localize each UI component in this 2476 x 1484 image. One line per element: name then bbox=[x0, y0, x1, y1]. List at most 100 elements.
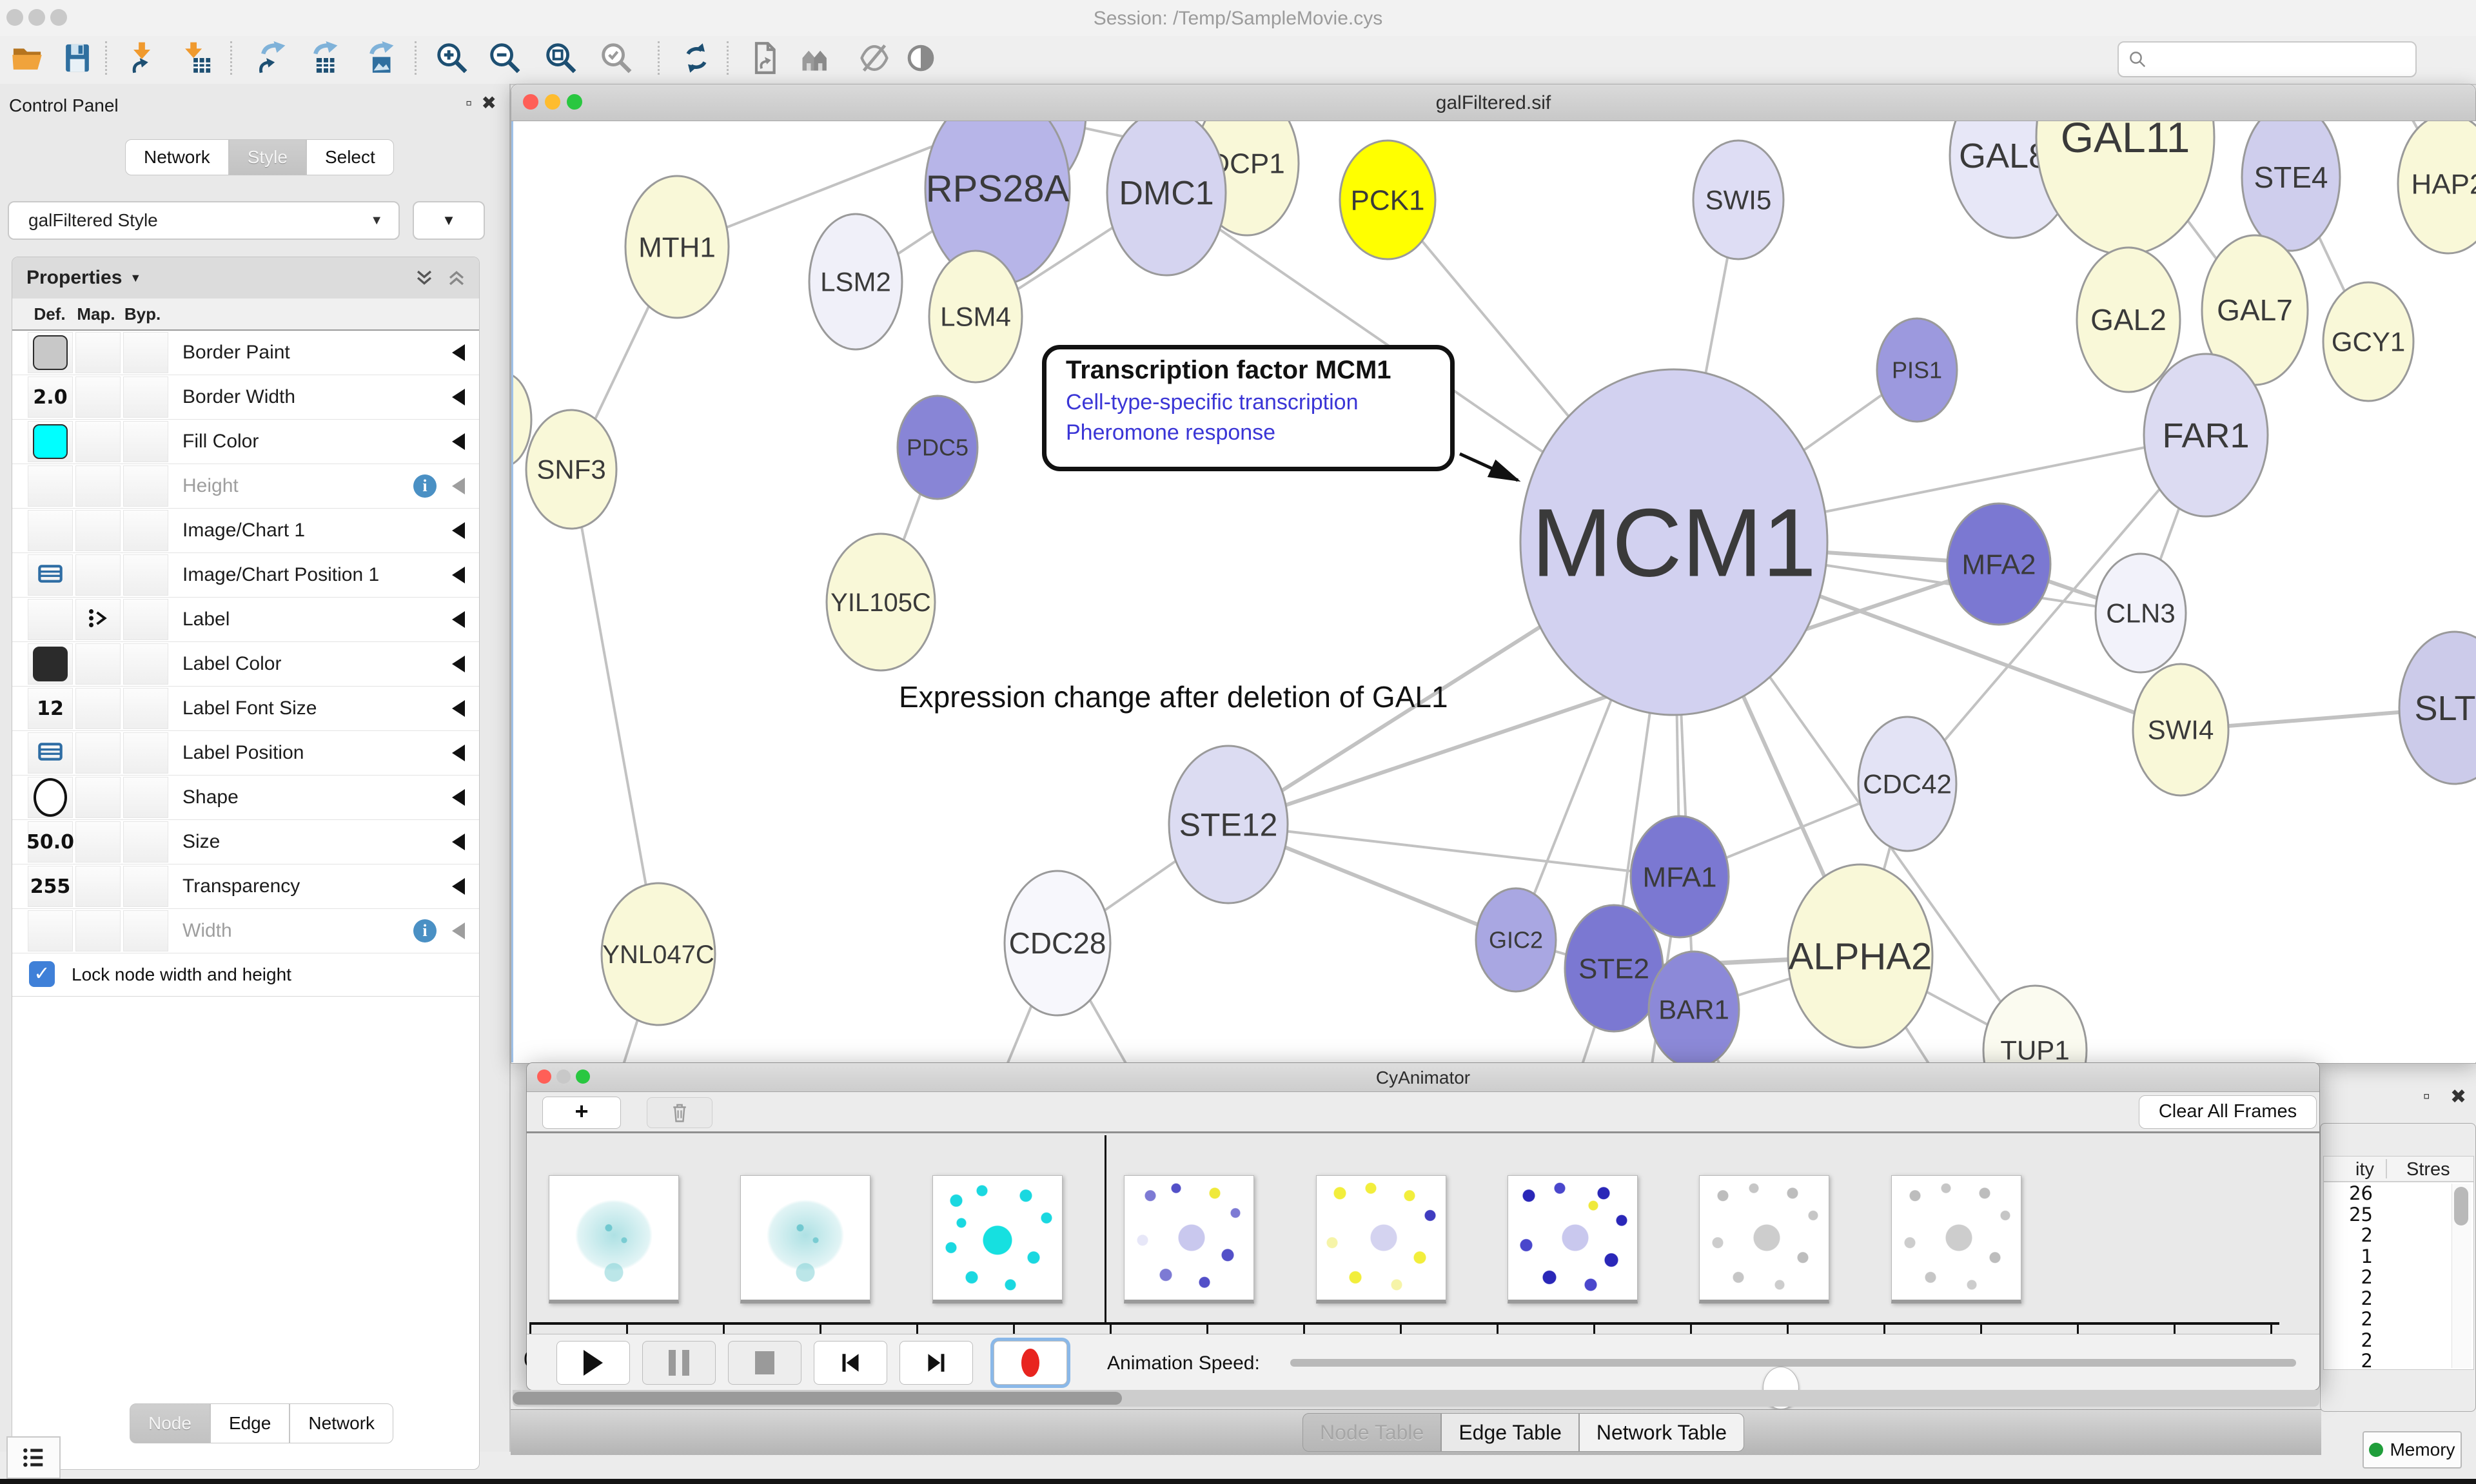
bypass-cell[interactable] bbox=[123, 599, 168, 640]
scrollbar-thumb[interactable] bbox=[513, 1392, 1122, 1405]
mapping-cell[interactable] bbox=[75, 777, 121, 818]
bypass-cell[interactable] bbox=[123, 465, 168, 507]
memory-button[interactable]: Memory bbox=[2363, 1431, 2462, 1469]
network-node-mcm1[interactable]: MCM1 bbox=[1520, 369, 1827, 715]
default-value-cell[interactable]: 12 bbox=[28, 688, 73, 729]
tab-network-bottom[interactable]: Network bbox=[290, 1403, 393, 1443]
network-node-snf3[interactable]: SNF3 bbox=[526, 410, 616, 529]
network-node-mfa2[interactable]: MFA2 bbox=[1947, 503, 2050, 625]
bypass-cell[interactable] bbox=[123, 421, 168, 462]
frame-thumbnail-7[interactable] bbox=[1699, 1175, 1829, 1303]
tab-network-table[interactable]: Network Table bbox=[1579, 1413, 1744, 1452]
default-value-cell[interactable] bbox=[28, 510, 73, 551]
annotation-callout[interactable]: Transcription factor MCM1 Cell-type-spec… bbox=[1042, 345, 1455, 471]
zoom-in-icon[interactable] bbox=[434, 40, 470, 76]
playhead[interactable] bbox=[1105, 1135, 1106, 1322]
mapping-cell[interactable] bbox=[75, 688, 121, 729]
export-network-icon[interactable] bbox=[251, 40, 288, 76]
frame-thumbnail-5[interactable] bbox=[1316, 1175, 1446, 1303]
network-document-icon[interactable] bbox=[747, 40, 783, 76]
mapping-cell[interactable] bbox=[75, 332, 121, 373]
network-node-ste4[interactable]: STE4 bbox=[2242, 121, 2340, 251]
mapping-cell[interactable] bbox=[75, 599, 121, 640]
default-value-cell[interactable]: 255 bbox=[28, 866, 73, 907]
network-node-dmc1[interactable]: DMC1 bbox=[1107, 121, 1226, 275]
bypass-cell[interactable] bbox=[123, 777, 168, 818]
network-node-ste12[interactable]: STE12 bbox=[1169, 746, 1288, 903]
network-node-cdc28[interactable]: CDC28 bbox=[1005, 871, 1110, 1015]
property-row[interactable]: Shape bbox=[12, 776, 479, 820]
horizontal-scrollbar[interactable] bbox=[513, 1390, 2319, 1407]
float-table-panel-icon[interactable]: ▫ bbox=[2423, 1086, 2430, 1108]
expand-row-icon[interactable] bbox=[452, 700, 465, 717]
show-graphics-icon[interactable] bbox=[903, 40, 939, 76]
property-row[interactable]: Fill Color bbox=[12, 420, 479, 464]
network-edge[interactable] bbox=[571, 469, 658, 954]
frame-thumbnail-4[interactable] bbox=[1124, 1175, 1254, 1303]
table-scrollbar[interactable] bbox=[2451, 1184, 2471, 1368]
clear-all-frames-button[interactable]: Clear All Frames bbox=[2139, 1095, 2317, 1129]
tab-edge[interactable]: Edge bbox=[210, 1403, 290, 1443]
network-node-gal2[interactable]: GAL2 bbox=[2077, 248, 2180, 392]
column-divider[interactable] bbox=[2386, 1159, 2387, 1178]
import-network-icon[interactable] bbox=[124, 40, 160, 76]
expand-row-icon[interactable] bbox=[452, 478, 465, 494]
mapping-cell[interactable] bbox=[75, 732, 121, 774]
default-value-cell[interactable] bbox=[28, 599, 73, 640]
collapse-all-icon[interactable] bbox=[446, 267, 467, 289]
default-value-cell[interactable] bbox=[28, 332, 73, 373]
delete-frame-button[interactable] bbox=[647, 1097, 712, 1128]
property-row[interactable]: 255Transparency bbox=[12, 864, 479, 909]
search-field[interactable] bbox=[2117, 41, 2417, 77]
network-node-gcy1[interactable]: GCY1 bbox=[2323, 282, 2413, 401]
lock-checkbox[interactable]: ✓ bbox=[29, 961, 55, 987]
network-node-slt2[interactable]: SLT2 bbox=[2399, 632, 2476, 784]
table-cell[interactable]: 2 bbox=[2324, 1287, 2373, 1309]
network-node-pdc5[interactable]: PDC5 bbox=[898, 396, 978, 499]
property-row[interactable]: 50.0Size bbox=[12, 820, 479, 864]
cyanimator-titlebar[interactable]: CyAnimator bbox=[527, 1063, 2319, 1092]
network-node-gic2[interactable]: GIC2 bbox=[1476, 888, 1556, 991]
frame-thumbnail-6[interactable] bbox=[1508, 1175, 1638, 1303]
table-cell[interactable]: 2 bbox=[2324, 1224, 2373, 1245]
property-row[interactable]: Label bbox=[12, 598, 479, 642]
network-window-titlebar[interactable]: galFiltered.sif bbox=[511, 84, 2475, 121]
bypass-cell[interactable] bbox=[123, 643, 168, 685]
expand-row-icon[interactable] bbox=[452, 344, 465, 361]
record-button[interactable] bbox=[994, 1341, 1067, 1385]
default-value-cell[interactable]: 2.0 bbox=[28, 376, 73, 418]
mapping-cell[interactable] bbox=[75, 554, 121, 596]
annotation-link[interactable]: Cell-type-specific transcription bbox=[1066, 390, 1450, 415]
expand-row-icon[interactable] bbox=[452, 834, 465, 850]
network-node-lsm4[interactable]: LSM4 bbox=[929, 251, 1022, 382]
mapping-cell[interactable] bbox=[75, 421, 121, 462]
tab-network[interactable]: Network bbox=[125, 139, 229, 175]
network-node-pis1[interactable]: PIS1 bbox=[1877, 318, 1957, 422]
bypass-cell[interactable] bbox=[123, 910, 168, 952]
network-node-far1[interactable]: FAR1 bbox=[2144, 354, 2268, 516]
default-value-cell[interactable]: 50.0 bbox=[28, 821, 73, 863]
table-cell[interactable]: 2 bbox=[2324, 1329, 2373, 1351]
property-row[interactable]: Widthi bbox=[12, 909, 479, 953]
mapping-cell[interactable] bbox=[75, 821, 121, 863]
expand-row-icon[interactable] bbox=[452, 567, 465, 583]
attribute-table[interactable]: ity Stres 26252122222 bbox=[2323, 1156, 2474, 1370]
network-node-swi4[interactable]: SWI4 bbox=[2133, 664, 2228, 796]
hide-graphics-icon[interactable] bbox=[856, 40, 892, 76]
network-node-lsm2[interactable]: LSM2 bbox=[809, 214, 902, 349]
expand-row-icon[interactable] bbox=[452, 656, 465, 672]
bypass-cell[interactable] bbox=[123, 554, 168, 596]
table-cell[interactable]: 26 bbox=[2324, 1182, 2373, 1204]
save-session-icon[interactable] bbox=[59, 40, 95, 76]
bypass-cell[interactable] bbox=[123, 332, 168, 373]
skip-start-button[interactable] bbox=[814, 1341, 887, 1385]
annotation-link[interactable]: Pheromone response bbox=[1066, 420, 1450, 445]
bypass-cell[interactable] bbox=[123, 510, 168, 551]
network-node-hap2[interactable]: HAP2 bbox=[2398, 121, 2476, 253]
property-row[interactable]: 2.0Border Width bbox=[12, 375, 479, 420]
property-row[interactable]: Border Paint bbox=[12, 331, 479, 375]
default-value-cell[interactable] bbox=[28, 777, 73, 818]
zoom-out-icon[interactable] bbox=[487, 40, 523, 76]
property-row[interactable]: 12Label Font Size bbox=[12, 687, 479, 731]
import-table-icon[interactable] bbox=[179, 40, 215, 76]
